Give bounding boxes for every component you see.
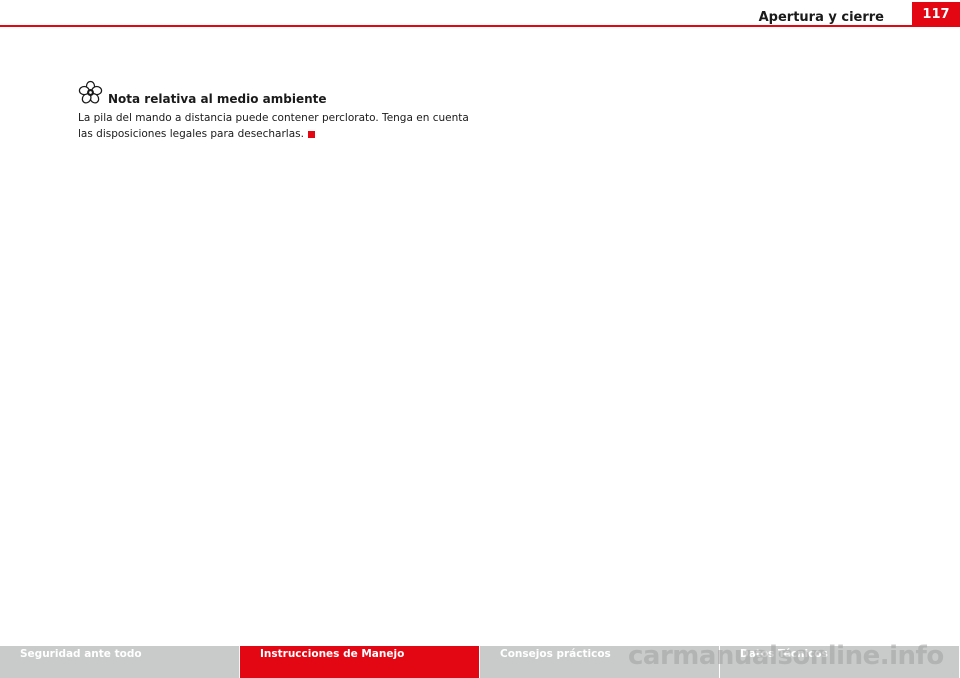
page-number: 117 [912,2,960,26]
note-title: Nota relativa al medio ambiente [108,92,327,106]
environment-flower-icon [78,80,103,104]
chapter-title: Apertura y cierre [758,10,884,25]
watermark: carmanualsonline.info [628,641,944,671]
header-rule [0,25,960,27]
note-body-text: La pila del mando a distancia puede cont… [78,112,469,140]
footer-tab-instrucciones[interactable]: Instrucciones de Manejo [240,646,480,678]
footer-tab-seguridad[interactable]: Seguridad ante todo [0,646,240,678]
note-body: La pila del mando a distancia puede cont… [78,110,478,142]
section-end-marker [307,130,315,138]
